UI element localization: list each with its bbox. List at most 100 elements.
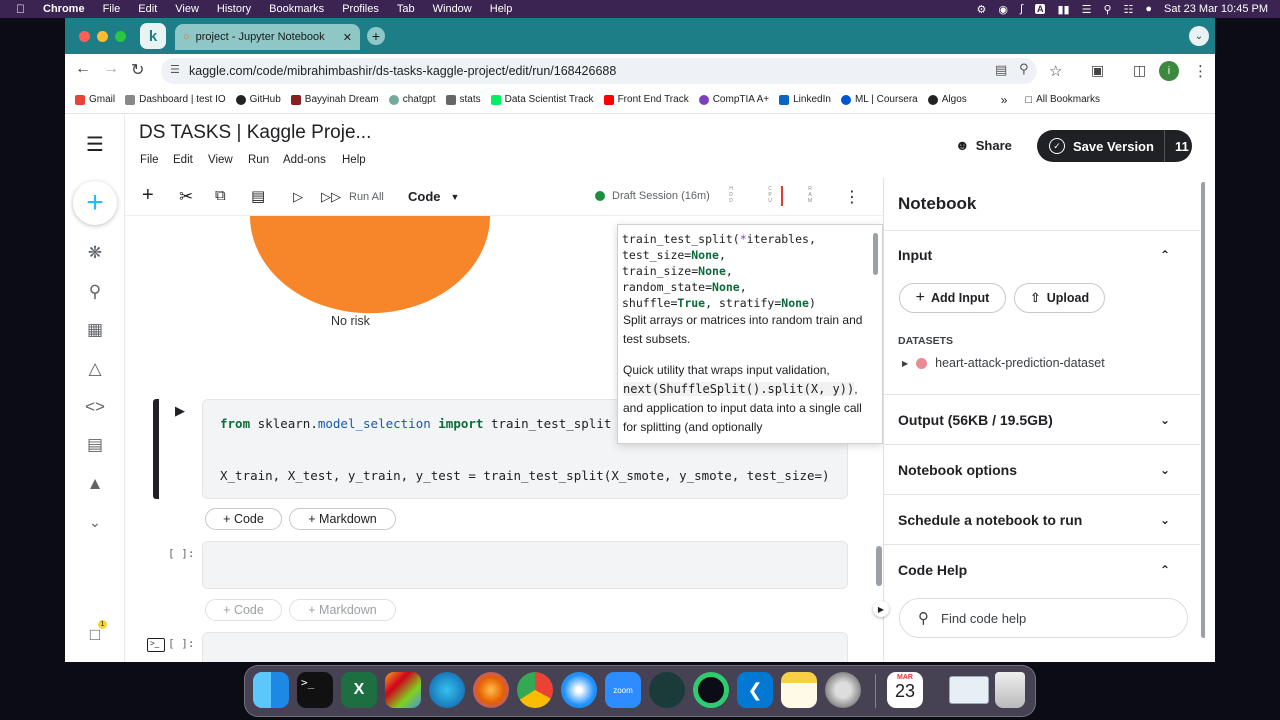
- zoom-app-icon[interactable]: zoom: [605, 672, 641, 708]
- menu-run[interactable]: Run: [248, 154, 269, 166]
- bookmark-chatgpt[interactable]: chatgpt: [388, 94, 436, 105]
- compass-icon[interactable]: ❋: [83, 241, 107, 265]
- copy-icon[interactable]: ⧉: [215, 187, 226, 204]
- address-bar[interactable]: ☰ kaggle.com/code/mibrahimbashir/ds-task…: [161, 58, 1037, 84]
- menubar-help[interactable]: Help: [490, 3, 513, 15]
- zoom-window-button[interactable]: [115, 31, 126, 42]
- menu-help[interactable]: Help: [342, 154, 366, 166]
- firefox-app-icon[interactable]: [473, 672, 509, 708]
- spotlight-icon[interactable]: ⚲: [1103, 3, 1111, 16]
- run-cell-button[interactable]: ▶: [175, 403, 185, 419]
- jupyter-tab[interactable]: ○ project - Jupyter Notebook ✕: [175, 24, 360, 50]
- menubar-window[interactable]: Window: [433, 3, 472, 15]
- edge-app-icon[interactable]: [429, 672, 465, 708]
- status-sync-icon[interactable]: ⚙: [976, 3, 986, 16]
- menubar-bookmarks[interactable]: Bookmarks: [269, 3, 324, 15]
- code-help-section-header[interactable]: Code Help ⌃: [884, 545, 1200, 595]
- upload-button[interactable]: ⇧ Upload: [1014, 283, 1105, 313]
- launchpad-app-icon[interactable]: [385, 672, 421, 708]
- code-cell-empty[interactable]: [202, 541, 848, 589]
- paste-icon[interactable]: ▤: [251, 187, 265, 205]
- vscode-app-icon[interactable]: ❮: [737, 672, 773, 708]
- collapse-panel-button[interactable]: ▶: [873, 601, 889, 617]
- input-section-header[interactable]: Input ⌃: [884, 238, 1200, 272]
- bookmark-dashboard[interactable]: Dashboard | test IO: [125, 94, 226, 105]
- add-input-button[interactable]: + Add Input: [899, 283, 1006, 313]
- chevron-down-icon[interactable]: ⌄: [83, 510, 107, 534]
- trophy-icon[interactable]: ⚲: [83, 280, 107, 304]
- zoom-lens-icon[interactable]: ⚲: [1019, 61, 1029, 77]
- siri-icon[interactable]: ●: [1145, 3, 1152, 15]
- console-icon[interactable]: >_: [147, 638, 165, 652]
- discussion-icon[interactable]: ▤: [83, 433, 107, 457]
- minimize-window-button[interactable]: [97, 31, 108, 42]
- dataset-item[interactable]: ▶ heart-attack-prediction-dataset: [902, 356, 1105, 370]
- new-tab-button[interactable]: +: [367, 27, 385, 45]
- bookmark-github[interactable]: GitHub: [235, 94, 281, 105]
- system-settings-app-icon[interactable]: [825, 672, 861, 708]
- menubar-clock[interactable]: Sat 23 Mar 10:45 PM: [1164, 3, 1268, 15]
- menubar-profiles[interactable]: Profiles: [342, 3, 379, 15]
- cut-icon[interactable]: ✂: [179, 187, 193, 207]
- hamburger-menu-icon[interactable]: ☰: [83, 132, 107, 156]
- bookmark-stats[interactable]: stats: [445, 94, 481, 105]
- battery-icon[interactable]: ▮▮: [1057, 3, 1069, 16]
- code-icon[interactable]: <>: [83, 395, 107, 419]
- add-code-cell-button[interactable]: + Code: [205, 508, 282, 530]
- run-all-icon[interactable]: ▷▷: [321, 189, 341, 205]
- models-icon[interactable]: △: [83, 357, 107, 381]
- tab-close-icon[interactable]: ✕: [343, 31, 352, 44]
- close-window-button[interactable]: [79, 31, 90, 42]
- add-cell-icon[interactable]: +: [142, 184, 154, 207]
- create-button[interactable]: +: [73, 181, 117, 225]
- menu-view[interactable]: View: [208, 154, 233, 166]
- control-center-icon[interactable]: ☷: [1124, 3, 1134, 16]
- menubar-app-name[interactable]: Chrome: [43, 3, 85, 15]
- notebook-title[interactable]: DS TASKS | Kaggle Proje...: [139, 122, 371, 144]
- profile-avatar[interactable]: i: [1159, 61, 1179, 81]
- more-options-icon[interactable]: ⋮: [844, 187, 860, 207]
- code-cell-next[interactable]: [202, 632, 848, 662]
- add-markdown-cell-button-2[interactable]: + Markdown: [289, 599, 396, 621]
- tab-search-button[interactable]: ⌄: [1189, 26, 1209, 46]
- schedule-section-header[interactable]: Schedule a notebook to run ⌄: [884, 495, 1200, 545]
- bookmark-comptia[interactable]: CompTIA A+: [698, 94, 769, 105]
- reload-icon[interactable]: ↻: [131, 60, 144, 80]
- panel-scrollbar-thumb[interactable]: [1201, 182, 1205, 638]
- bluetooth-icon[interactable]: ∫: [1020, 3, 1023, 15]
- bookmark-bayyinah[interactable]: Bayyinah Dream: [290, 94, 379, 105]
- notes-app-icon[interactable]: [781, 672, 817, 708]
- calendar-app-icon[interactable]: MAR 23: [887, 672, 923, 708]
- activity-ring-app-icon[interactable]: [693, 672, 729, 708]
- bookmarks-overflow[interactable]: »: [1001, 93, 1008, 107]
- bookmark-star-icon[interactable]: ☆: [1049, 62, 1062, 80]
- finder-app-icon[interactable]: [253, 672, 289, 708]
- tooltip-scrollbar-thumb[interactable]: [873, 233, 878, 275]
- kaggle-tab[interactable]: k: [140, 23, 166, 49]
- input-source-icon[interactable]: A: [1034, 4, 1046, 14]
- save-version-button[interactable]: ✓ Save Version 11: [1037, 130, 1192, 162]
- share-button[interactable]: ☻ Share: [955, 137, 1012, 153]
- extensions-icon[interactable]: ▣: [1091, 62, 1104, 79]
- forward-icon[interactable]: →: [103, 60, 119, 78]
- add-code-cell-button-2[interactable]: + Code: [205, 599, 282, 621]
- output-section-header[interactable]: Output (56KB / 19.5GB) ⌄: [884, 395, 1200, 445]
- run-cell-icon[interactable]: ▷: [293, 189, 303, 205]
- all-bookmarks[interactable]: □ All Bookmarks: [1025, 94, 1100, 106]
- add-markdown-cell-button[interactable]: + Markdown: [289, 508, 396, 530]
- session-status[interactable]: Draft Session (16m): [595, 190, 710, 202]
- site-info-icon[interactable]: ☰: [170, 63, 180, 76]
- menu-edit[interactable]: Edit: [173, 154, 193, 166]
- bookmark-front-end[interactable]: Front End Track: [603, 94, 689, 105]
- learn-icon[interactable]: ▲: [83, 472, 107, 496]
- find-code-help-input[interactable]: ⚲ Find code help: [899, 598, 1188, 638]
- bookmark-gmail[interactable]: Gmail: [75, 94, 115, 105]
- headphones-icon[interactable]: ◉: [998, 3, 1008, 16]
- terminal-app-icon[interactable]: >_: [297, 672, 333, 708]
- options-section-header[interactable]: Notebook options ⌄: [884, 445, 1200, 495]
- install-app-icon[interactable]: ▤: [995, 62, 1007, 78]
- bookmark-coursera[interactable]: ML | Coursera: [840, 94, 918, 105]
- chrome-app-icon[interactable]: [517, 672, 553, 708]
- chrome-menu-icon[interactable]: ⋮: [1193, 62, 1208, 80]
- menubar-tab[interactable]: Tab: [397, 3, 415, 15]
